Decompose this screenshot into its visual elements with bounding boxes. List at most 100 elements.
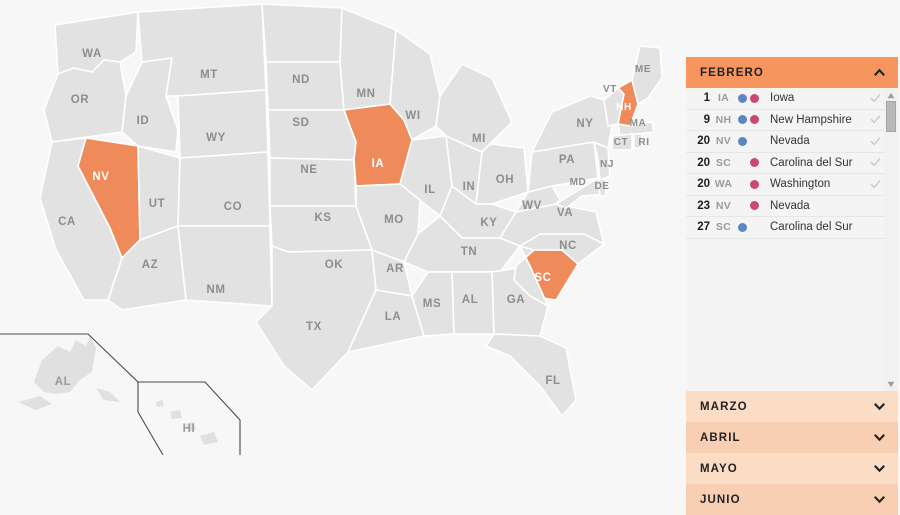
event-day: 1	[703, 92, 710, 105]
event-party-dots	[737, 201, 770, 211]
state-label-RI: RI	[638, 137, 649, 148]
event-state-name: Nevada	[770, 135, 810, 148]
state-label-MT: MT	[200, 69, 218, 81]
accordion-header-mayo[interactable]: MAYO	[686, 453, 898, 484]
state-label-CO: CO	[224, 201, 242, 213]
event-row[interactable]: 9 NH New Hampshire	[686, 109, 884, 131]
state-label-FL: FL	[545, 375, 560, 387]
state-label-MO: MO	[384, 214, 404, 226]
state-label-WA: WA	[82, 48, 102, 60]
chevron-down-icon[interactable]	[873, 431, 886, 444]
accordion-header-marzo[interactable]: MARZO	[686, 391, 898, 422]
republican-dot-icon	[750, 115, 759, 125]
state-UT[interactable]	[137, 144, 181, 242]
state-label-IN: IN	[463, 181, 476, 193]
republican-dot-icon	[750, 137, 759, 146]
event-check	[866, 178, 884, 190]
republican-dot-icon	[750, 93, 759, 103]
accordion-header-junio[interactable]: JUNIO	[686, 484, 898, 515]
state-ND[interactable]	[261, 3, 343, 63]
state-label-VA: VA	[557, 207, 573, 219]
republican-dot-icon	[750, 158, 759, 168]
state-label-AZ: AZ	[142, 259, 159, 271]
events-list[interactable]: 1 IA Iowa 9 NH New Hampshire 20 NV Nevada 20 SC Car…	[686, 88, 884, 391]
event-state-name: Nevada	[770, 199, 810, 212]
state-label-ND: ND	[292, 74, 310, 86]
state-WY[interactable]	[177, 89, 269, 159]
inset-label-AL: AL	[55, 376, 72, 388]
republican-dot-icon	[750, 179, 759, 189]
event-row[interactable]: 27 SC Carolina del Sur	[686, 217, 884, 239]
chevron-up-icon[interactable]	[873, 66, 886, 79]
democrat-dot-icon	[738, 222, 747, 232]
state-CO[interactable]	[177, 151, 271, 227]
check-icon	[870, 158, 880, 167]
accordion-header-febrero[interactable]: FEBRERO	[686, 57, 898, 88]
state-label-CA: CA	[58, 216, 76, 228]
accordion-header-abril[interactable]: ABRIL	[686, 422, 898, 453]
event-check	[866, 157, 884, 169]
state-NE[interactable]	[267, 109, 357, 161]
event-state-abbr: WA	[714, 178, 733, 191]
event-row[interactable]: 20 WA Washington	[686, 174, 884, 196]
months-accordion: FEBRERO 1 IA Iowa 9 NH New Hampshire 20 NV Nevad…	[686, 57, 898, 515]
state-label-MS: MS	[423, 298, 441, 310]
check-icon	[870, 137, 880, 145]
event-state-abbr: SC	[715, 156, 732, 169]
state-label-VT: VT	[603, 84, 617, 95]
event-state-name: Carolina del Sur	[770, 156, 853, 169]
state-label-NV: NV	[92, 171, 109, 183]
scroll-down-arrow-icon[interactable]	[884, 378, 898, 390]
state-label-WV: WV	[522, 200, 542, 212]
state-label-NY: NY	[576, 118, 593, 130]
event-state-abbr: NV	[715, 135, 732, 148]
us-map-svg: WA OR ID MT ND SD MN WI MI WY NV UT CO NE IA IL IN OH PA NY…	[0, 3, 663, 456]
state-label-AR: AR	[386, 263, 404, 275]
check-icon	[870, 94, 880, 102]
scroll-up-arrow-icon[interactable]	[884, 89, 898, 101]
state-label-NM: NM	[206, 284, 225, 296]
state-SD[interactable]	[265, 61, 345, 111]
chevron-down-icon[interactable]	[873, 400, 886, 413]
democrat-dot-icon	[738, 180, 747, 189]
chevron-down-icon[interactable]	[873, 493, 886, 506]
event-check	[866, 114, 884, 126]
state-label-MN: MN	[356, 88, 375, 100]
event-state-abbr: SC	[715, 221, 732, 234]
state-NY[interactable]	[530, 95, 613, 154]
events-list-container: 1 IA Iowa 9 NH New Hampshire 20 NV Nevada 20 SC Car…	[686, 88, 898, 391]
event-state-name: Carolina del Sur	[770, 221, 853, 234]
event-row[interactable]: 1 IA Iowa	[686, 88, 884, 110]
closed-months-list: MARZO ABRIL MAYO JUNIO	[686, 391, 898, 515]
state-label-LA: LA	[385, 311, 402, 323]
event-party-dots	[737, 222, 770, 232]
republican-dot-icon	[750, 223, 759, 232]
democrat-dot-icon	[738, 136, 747, 146]
state-label-ME: ME	[635, 64, 651, 75]
republican-dot-icon	[750, 201, 759, 211]
state-label-OK: OK	[325, 259, 344, 271]
event-row[interactable]: 23 NV Nevada	[686, 195, 884, 217]
events-scrollbar[interactable]	[884, 88, 898, 391]
democrat-dot-icon	[738, 115, 747, 125]
inset-divider-line-2	[137, 382, 164, 456]
state-ME[interactable]	[631, 45, 663, 106]
state-FL[interactable]	[484, 333, 577, 418]
state-WA[interactable]	[54, 11, 139, 76]
inset-label-HI: HI	[183, 423, 196, 435]
event-day: 27	[697, 221, 710, 234]
check-icon	[870, 115, 880, 124]
event-state-abbr: IA	[717, 92, 730, 105]
accordion-title-febrero: FEBRERO	[700, 66, 764, 79]
event-row[interactable]: 20 SC Carolina del Sur	[686, 152, 884, 174]
event-party-dots	[737, 179, 770, 189]
state-label-IA: IA	[372, 158, 385, 170]
event-row[interactable]: 20 NV Nevada	[686, 131, 884, 153]
us-map[interactable]: WA OR ID MT ND SD MN WI MI WY NV UT CO NE IA IL IN OH PA NY…	[0, 0, 672, 507]
chevron-down-icon[interactable]	[873, 462, 886, 475]
alaska-shape	[18, 336, 120, 410]
state-label-NC: NC	[559, 240, 577, 252]
state-label-NH: NH	[616, 102, 632, 113]
scrollbar-thumb[interactable]	[886, 101, 896, 132]
state-TX[interactable]	[254, 244, 377, 392]
